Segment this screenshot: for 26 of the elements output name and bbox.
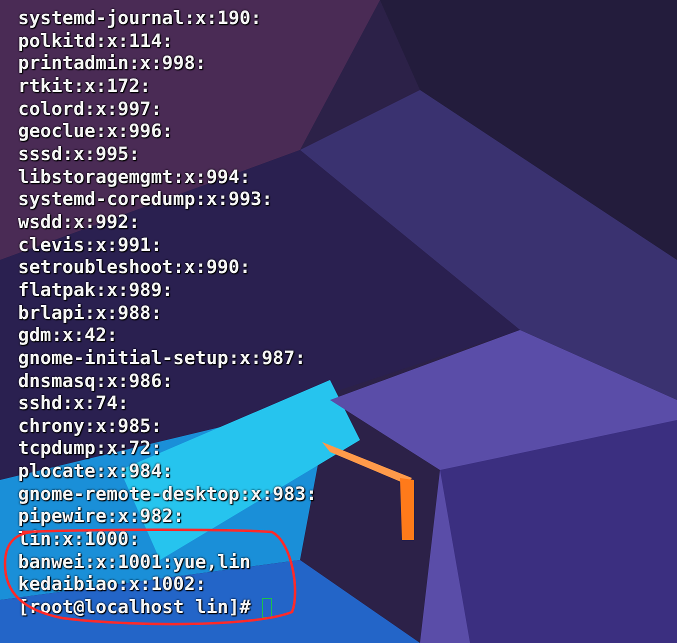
terminal-line: geoclue:x:996:: [18, 121, 174, 144]
terminal-line: libstoragemgmt:x:994:: [18, 166, 251, 190]
terminal-line: wsdd:x:992:: [18, 212, 140, 235]
terminal-line: printadmin:x:998:: [18, 53, 206, 76]
terminal-line: lin:x:1000:: [18, 529, 140, 552]
terminal-line: kedaibiao:x:1002:: [18, 574, 206, 598]
terminal-line: plocate:x:984:: [18, 461, 174, 484]
terminal-line: gdm:x:42:: [18, 325, 118, 348]
terminal-line: gnome-initial-setup:x:987:: [18, 348, 306, 370]
terminal-line: systemd-journal:x:190:: [18, 8, 262, 31]
terminal-line: pipewire:x:982:: [18, 506, 184, 530]
terminal-line: sshd:x:74:: [18, 393, 129, 416]
terminal-line: sssd:x:995:: [18, 144, 140, 167]
terminal-line: flatpak:x:989:: [18, 280, 174, 303]
terminal-line: brlapi:x:988:: [18, 302, 162, 326]
terminal-line: gnome-remote-desktop:x:983:: [18, 484, 317, 506]
terminal-line: chrony:x:985:: [18, 416, 162, 438]
terminal-line: systemd-coredump:x:993:: [18, 189, 273, 212]
terminal-line: clevis:x:991:: [18, 234, 162, 258]
terminal-line: polkitd:x:114:: [18, 30, 174, 54]
terminal-line: rtkit:x:172:: [18, 76, 151, 99]
terminal-line: colord:x:997:: [18, 98, 162, 122]
terminal-line: dnsmasq:x:986:: [18, 370, 174, 394]
text-cursor: [262, 598, 272, 618]
terminal-line: setroubleshoot:x:990:: [18, 257, 251, 280]
terminal-line: banwei:x:1001:yue,lin: [18, 552, 251, 574]
